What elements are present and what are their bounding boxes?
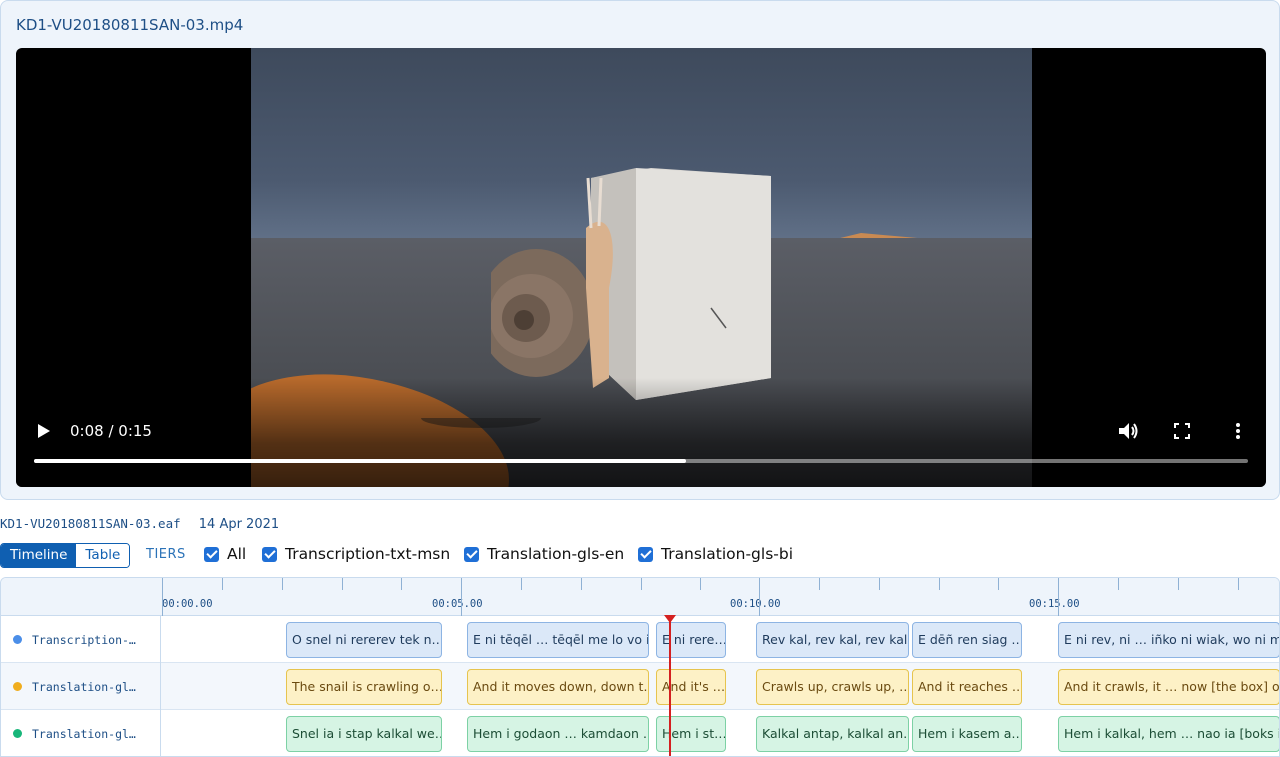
annotation[interactable]: Snel ia i stap kalkal we… <box>286 716 442 752</box>
tier-header: Transcription-… <box>1 616 161 663</box>
ruler-label: 00:10.00 <box>730 598 781 610</box>
checkbox-all-box[interactable] <box>204 546 219 562</box>
video-card: KD1-VU20180811SAN-03.mp4 0:08 / 0:15 <box>0 0 1280 500</box>
ruler-minor-tick <box>879 578 880 590</box>
fullscreen-icon[interactable] <box>1174 423 1190 439</box>
ruler-minor-tick <box>1178 578 1179 590</box>
video-time: 0:08 / 0:15 <box>70 422 152 440</box>
video-progress-bar[interactable] <box>34 459 1248 463</box>
ruler-minor-tick <box>819 578 820 590</box>
eaf-date: 14 Apr 2021 <box>198 517 280 532</box>
ruler-major-tick <box>759 578 760 616</box>
eaf-file-name: KD1-VU20180811SAN-03.eaf <box>0 516 181 531</box>
ruler-minor-tick <box>581 578 582 590</box>
annotation[interactable]: Crawls up, crawls up, … <box>756 669 909 705</box>
checkbox-translation-en[interactable]: Translation-gls-en <box>464 545 624 563</box>
checkbox-transcription[interactable]: Transcription-txt-msn <box>262 545 450 563</box>
playhead-line[interactable] <box>669 618 671 756</box>
annotation[interactable]: Kalkal antap, kalkal an… <box>756 716 909 752</box>
volume-icon[interactable] <box>1118 421 1140 441</box>
video-file-title: KD1-VU20180811SAN-03.mp4 <box>16 16 244 34</box>
checkbox-all-label: All <box>227 545 247 563</box>
annotation[interactable]: E dēñ ren siag … <box>912 622 1022 658</box>
annotation[interactable]: The snail is crawling o… <box>286 669 442 705</box>
tier-row-translation-en: Translation-gl… The snail is crawling o…… <box>1 663 1279 710</box>
tiers-label: TIERS <box>146 547 186 562</box>
annotation[interactable]: E ni rere… <box>656 622 726 658</box>
annotation[interactable]: And it moves down, down t… <box>467 669 649 705</box>
tier-name: Translation-gl… <box>32 726 136 741</box>
tier-row-translation-bi: Translation-gl… Snel ia i stap kalkal we… <box>1 710 1279 756</box>
ruler-major-tick <box>461 578 462 616</box>
video-player[interactable]: 0:08 / 0:15 <box>16 48 1266 487</box>
video-controls-gradient <box>16 378 1266 487</box>
annotation[interactable]: And it reaches … <box>912 669 1022 705</box>
ruler-label: 00:15.00 <box>1029 598 1080 610</box>
annotation[interactable]: Hem i kasem a… <box>912 716 1022 752</box>
video-progress-fill <box>34 459 686 463</box>
checkbox-translation-bi-box[interactable] <box>638 546 653 562</box>
ruler-minor-tick <box>342 578 343 590</box>
checkbox-all[interactable]: All <box>204 545 246 563</box>
ruler-minor-tick <box>401 578 402 590</box>
ruler-minor-tick <box>521 578 522 590</box>
view-toggle: Timeline Table <box>0 543 131 568</box>
ruler-major-tick <box>162 578 163 616</box>
annotation[interactable]: And it crawls, it … now [the box] o… <box>1058 669 1279 705</box>
annotation[interactable]: E ni tēqēl … tēqēl me lo vo i… <box>467 622 649 658</box>
checkbox-translation-bi[interactable]: Translation-gls-bi <box>638 545 793 563</box>
tier-color-dot <box>13 682 22 691</box>
checkbox-transcription-label: Transcription-txt-msn <box>285 545 451 563</box>
checkbox-transcription-box[interactable] <box>262 546 277 562</box>
tier-name: Transcription-… <box>32 632 136 647</box>
ruler-minor-tick <box>998 578 999 590</box>
ruler-label: 00:05.00 <box>432 598 483 610</box>
tier-name: Translation-gl… <box>32 679 136 694</box>
annotation[interactable]: Hem i st… <box>656 716 726 752</box>
annotation[interactable]: E ni rev, ni … iñko ni wiak, wo ni m… <box>1058 622 1279 658</box>
ruler-minor-tick <box>282 578 283 590</box>
annotation[interactable]: Hem i kalkal, hem … nao ia [boks i… <box>1058 716 1279 752</box>
timeline-panel[interactable]: 00:00.00 00:05.00 00:10.00 00:15.00 Tran… <box>0 577 1280 757</box>
tab-table[interactable]: Table <box>76 544 130 567</box>
checkbox-translation-bi-label: Translation-gls-bi <box>661 545 794 563</box>
play-icon[interactable] <box>36 422 52 440</box>
ruler-minor-tick <box>222 578 223 590</box>
ruler-minor-tick <box>1238 578 1239 590</box>
annotation[interactable]: And it's … <box>656 669 726 705</box>
video-cube-and-snail <box>491 168 771 400</box>
ruler-minor-tick <box>939 578 940 590</box>
ruler-minor-tick <box>700 578 701 590</box>
annotation[interactable]: O snel ni rererev tek n… <box>286 622 442 658</box>
checkbox-translation-en-box[interactable] <box>464 546 479 562</box>
ruler-major-tick <box>1058 578 1059 616</box>
annotation[interactable]: Rev kal, rev kal, rev kal… <box>756 622 909 658</box>
tier-color-dot <box>13 729 22 738</box>
ruler-label: 00:00.00 <box>162 598 213 610</box>
tier-header: Translation-gl… <box>1 663 161 710</box>
more-options-icon[interactable] <box>1234 422 1242 440</box>
time-ruler[interactable]: 00:00.00 00:05.00 00:10.00 00:15.00 <box>1 578 1279 616</box>
eaf-info: KD1-VU20180811SAN-03.eaf 14 Apr 2021 <box>0 516 279 532</box>
ruler-minor-tick <box>1118 578 1119 590</box>
tab-timeline[interactable]: Timeline <box>1 544 77 567</box>
annotation[interactable]: Hem i godaon … kamdaon … <box>467 716 649 752</box>
checkbox-translation-en-label: Translation-gls-en <box>487 545 625 563</box>
tier-color-dot <box>13 635 22 644</box>
ruler-minor-tick <box>641 578 642 590</box>
tier-header: Translation-gl… <box>1 710 161 756</box>
tier-row-transcription: Transcription-… O snel ni rererev tek n…… <box>1 616 1279 663</box>
view-toolbar: Timeline Table TIERS All Transcription-t… <box>0 543 1280 568</box>
